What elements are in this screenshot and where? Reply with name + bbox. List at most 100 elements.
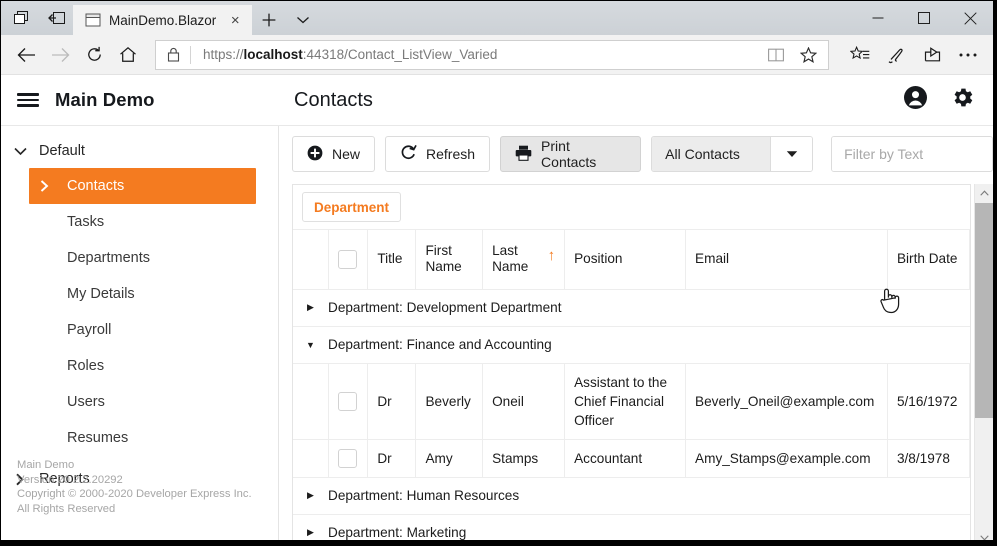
scrollbar-thumb[interactable] xyxy=(975,203,993,418)
home-icon[interactable] xyxy=(111,39,145,71)
sidebar-item-resumes[interactable]: Resumes xyxy=(29,420,256,456)
scroll-down-icon[interactable] xyxy=(975,529,993,540)
chevron-down-icon[interactable] xyxy=(771,137,813,171)
set-tabs-aside-icon[interactable] xyxy=(11,8,31,28)
contacts-table: Title First Name Last Name ↑ Position Em… xyxy=(293,230,971,540)
view-selector[interactable]: All Contacts xyxy=(651,136,814,172)
browser-tab[interactable]: MainDemo.Blazor × xyxy=(73,5,253,35)
star-list-icon[interactable] xyxy=(843,39,877,71)
column-title[interactable]: Title xyxy=(367,230,417,290)
row-checkbox[interactable] xyxy=(338,391,358,411)
row-select-cell[interactable] xyxy=(328,439,369,478)
group-row[interactable]: ▶ Department: Development Department xyxy=(293,289,970,327)
column-birth-date[interactable]: Birth Date xyxy=(887,230,971,290)
maximize-button[interactable] xyxy=(901,1,947,35)
group-row-cell[interactable]: ▼ Department: Finance and Accounting xyxy=(293,326,970,364)
chevron-right-icon xyxy=(39,180,49,192)
footer-copyright: Copyright © 2000-2020 Developer Express … xyxy=(17,488,252,501)
group-row-cell[interactable]: ▶ Department: Human Resources xyxy=(293,477,970,515)
column-position[interactable]: Position xyxy=(564,230,687,290)
expand-collapse-icon[interactable]: ▶ xyxy=(293,527,328,538)
restore-tabs-icon[interactable] xyxy=(47,8,67,28)
address-bar-url: https://localhost:44318/Contact_ListView… xyxy=(203,47,498,62)
sidebar-group-default[interactable]: Default xyxy=(1,134,278,168)
app-body: Default Contacts Tasks Departments My De… xyxy=(1,126,993,540)
column-last-name[interactable]: Last Name ↑ xyxy=(482,230,566,290)
row-checkbox[interactable] xyxy=(338,448,358,468)
grid-toolbar: New Refresh Print Contacts All Contacts xyxy=(279,126,993,182)
minimize-button[interactable] xyxy=(855,1,901,35)
star-icon[interactable] xyxy=(792,41,824,69)
sidebar-item-tasks[interactable]: Tasks xyxy=(29,204,256,240)
table-row[interactable]: Dr Amy Stamps Accountant Amy_Stamps@exam… xyxy=(293,439,971,478)
sidebar-item-users[interactable]: Users xyxy=(29,384,256,420)
share-icon[interactable] xyxy=(915,39,949,71)
table-header: Title First Name Last Name ↑ Position Em… xyxy=(293,230,971,290)
scroll-up-icon[interactable] xyxy=(975,184,993,201)
back-arrow-icon[interactable] xyxy=(9,39,43,71)
hamburger-icon[interactable] xyxy=(1,90,55,109)
expand-collapse-icon[interactable]: ▼ xyxy=(293,340,328,350)
address-bar[interactable]: https://localhost:44318/Contact_ListView… xyxy=(155,39,829,70)
group-row-cell[interactable]: ▶ Department: Development Department xyxy=(293,289,970,327)
column-first-name[interactable]: First Name xyxy=(415,230,484,290)
close-window-button[interactable] xyxy=(947,1,993,35)
select-all-checkbox[interactable] xyxy=(338,249,358,269)
chevron-down-icon xyxy=(13,147,27,156)
sidebar-item-label: Resumes xyxy=(67,430,129,446)
group-row-cell[interactable]: ▶ Department: Marketing xyxy=(293,514,970,540)
vertical-scrollbar[interactable] xyxy=(974,184,993,540)
column-last-name-label: Last Name xyxy=(492,243,529,275)
person-icon[interactable] xyxy=(903,85,928,115)
book-icon[interactable] xyxy=(760,41,792,69)
new-tab-button[interactable] xyxy=(252,5,286,35)
sidebar-item-label: Departments xyxy=(67,250,151,266)
print-contacts-button[interactable]: Print Contacts xyxy=(500,136,642,172)
sidebar-footer: Main Demo Version 20.2.2.20292 Copyright… xyxy=(17,458,252,516)
filter-search-box[interactable] xyxy=(831,136,993,172)
group-row-label: Department: Finance and Accounting xyxy=(328,337,552,352)
footer-version: Version 20.2.2.20292 xyxy=(17,473,123,486)
search-input[interactable] xyxy=(832,137,993,171)
page-favicon-icon xyxy=(85,13,101,27)
sidebar-item-my-details[interactable]: My Details xyxy=(29,276,256,312)
row-select-cell[interactable] xyxy=(328,363,369,440)
tab-menu-button[interactable] xyxy=(286,5,320,35)
group-row-label: Department: Marketing xyxy=(328,525,467,540)
row-indicator xyxy=(293,439,330,478)
group-row[interactable]: ▶ Department: Human Resources xyxy=(293,477,970,515)
expand-collapse-icon[interactable]: ▶ xyxy=(293,302,328,313)
browser-titlebar: MainDemo.Blazor × xyxy=(1,1,993,35)
column-select-all[interactable] xyxy=(328,230,369,290)
group-row[interactable]: ▶ Department: Marketing xyxy=(293,514,970,540)
forward-arrow-icon[interactable] xyxy=(43,39,77,71)
table-row[interactable]: Dr Beverly Oneil Assistant to the Chief … xyxy=(293,363,971,440)
sidebar-item-departments[interactable]: Departments xyxy=(29,240,256,276)
browser-tab-title: MainDemo.Blazor xyxy=(109,12,217,28)
sidebar-item-label: Roles xyxy=(67,358,105,374)
ellipsis-icon[interactable] xyxy=(951,39,985,71)
sidebar-item-payroll[interactable]: Payroll xyxy=(29,312,256,348)
main-content: New Refresh Print Contacts All Contacts xyxy=(279,126,993,540)
group-row[interactable]: ▼ Department: Finance and Accounting xyxy=(293,326,970,364)
browser-navbar: https://localhost:44318/Contact_ListView… xyxy=(1,35,993,75)
new-button[interactable]: New xyxy=(292,136,376,172)
app-header: Main Demo Contacts xyxy=(1,75,993,126)
sidebar-item-roles[interactable]: Roles xyxy=(29,348,256,384)
close-tab-icon[interactable]: × xyxy=(224,9,246,31)
column-email[interactable]: Email xyxy=(685,230,888,290)
print-contacts-label: Print Contacts xyxy=(541,138,597,170)
lock-icon xyxy=(156,47,190,62)
sort-ascending-icon: ↑ xyxy=(547,247,556,264)
gear-icon[interactable] xyxy=(950,85,975,115)
window-controls xyxy=(855,1,993,35)
pen-icon[interactable] xyxy=(879,39,913,71)
scrollbar-track[interactable] xyxy=(975,201,993,529)
table-header-row: Title First Name Last Name ↑ Position Em… xyxy=(293,230,971,290)
expand-collapse-icon[interactable]: ▶ xyxy=(293,490,328,501)
refresh-icon[interactable] xyxy=(77,39,111,71)
printer-icon xyxy=(515,145,532,164)
refresh-button[interactable]: Refresh xyxy=(385,136,491,172)
sidebar-item-contacts[interactable]: Contacts xyxy=(29,168,256,204)
group-chip-department[interactable]: Department xyxy=(302,192,402,222)
